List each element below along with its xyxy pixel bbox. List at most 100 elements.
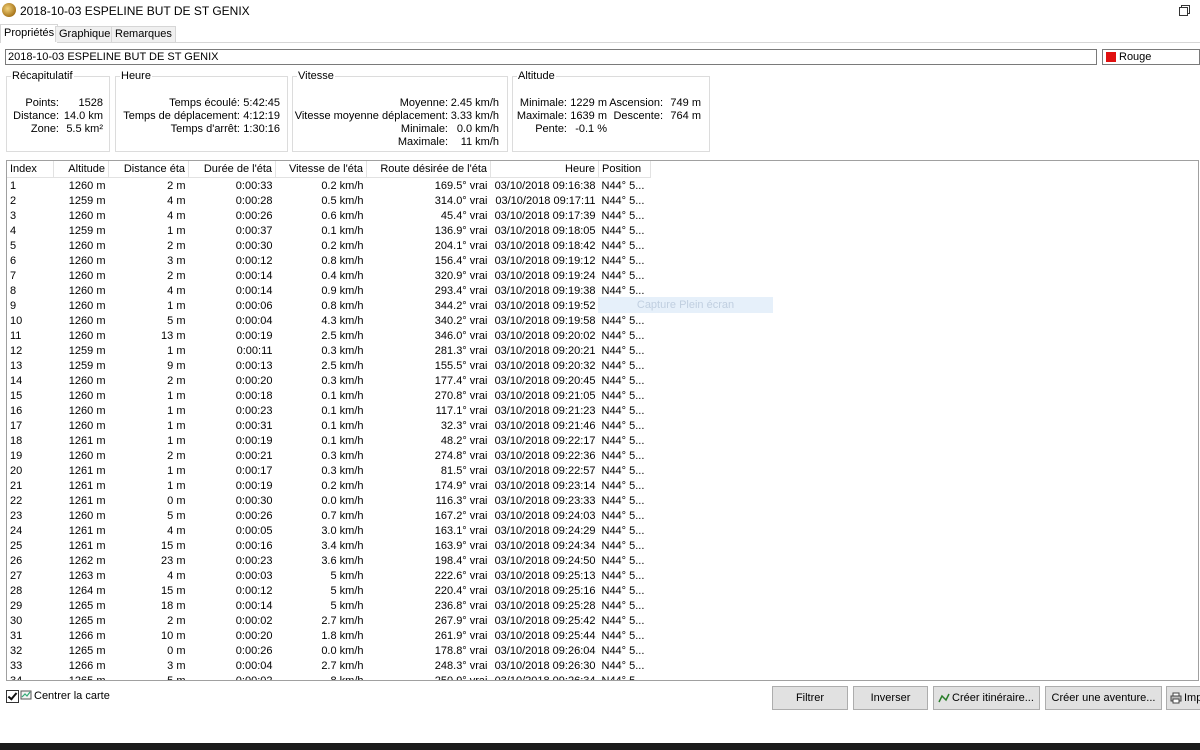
print-button[interactable]: Imp — [1166, 686, 1200, 710]
table-body: 1 1260 m2 m 0:00:33 0.2 km/h 169.5° vrai 03/1… — [7, 178, 651, 681]
table-cell: 6 — [10, 254, 17, 267]
table-row[interactable]: 28 1264 m 15 m 0:00:12 5 km/h 220.4° vrai 03/1… — [7, 583, 651, 598]
column-header[interactable]: Altitude — [53, 161, 109, 178]
table-cell: 03/10/2018 09:21:05 — [494, 389, 596, 402]
table-row[interactable]: 6 1260 m 3 m 0:00:12 0.8 km/h 156.4° vrai 03/1… — [7, 253, 651, 268]
table-row[interactable]: 21 1261 m 1 m 0:00:19 0.2 km/h 174.9° vrai 03/… — [7, 478, 651, 493]
waypoint-table[interactable]: Index Altitude Distance éta Durée de l'éta V… — [6, 160, 1199, 681]
table-row[interactable]: 13 1259 m 9 m 0:00:13 2.5 km/h 155.5° vrai 03/… — [7, 358, 651, 373]
invert-button[interactable]: Inverser — [853, 686, 928, 710]
table-row[interactable]: 26 1262 m 23 m 0:00:23 3.6 km/h 198.4° vrai 03… — [7, 553, 651, 568]
create-adventure-button[interactable]: Créer une aventure... — [1045, 686, 1162, 710]
table-row[interactable]: 14 1260 m 2 m 0:00:20 0.3 km/h 177.4° vrai 03/… — [7, 373, 651, 388]
table-row[interactable]: 33 1266 m 3 m 0:00:04 2.7 km/h 248.3° vrai 03/… — [7, 658, 651, 673]
table-row[interactable]: 20 1261 m 1 m 0:00:17 0.3 km/h 81.5° vrai 03/1… — [7, 463, 651, 478]
table-cell: 26 — [10, 554, 23, 567]
create-route-button[interactable]: Créer itinéraire... — [933, 686, 1040, 710]
column-header[interactable]: Distance éta — [108, 161, 189, 178]
table-cell: 14 — [10, 374, 23, 387]
table-row[interactable]: 32 1265 m 0 m 0:00:26 0.0 km/h 178.8° vrai 03/… — [7, 643, 651, 658]
table-cell: 1 — [10, 179, 17, 192]
vitesse-moy-depl-value: 3.33 km/h — [450, 110, 499, 122]
color-select[interactable]: Rouge — [1102, 49, 1200, 65]
table-cell: 0.1 km/h — [321, 434, 364, 447]
column-header[interactable]: Index — [7, 161, 54, 178]
table-row[interactable]: 8 1260 m 4 m 0:00:14 0.9 km/h 293.4° vrai 03/1… — [7, 283, 651, 298]
table-cell: 03/10/2018 09:19:38 — [494, 284, 596, 297]
table-row[interactable]: 12 1259 m 1 m 0:00:11 0.3 km/h 281.3° vrai 03/… — [7, 343, 651, 358]
table-row[interactable]: 2 1259 m 4 m 0:00:28 0.5 km/h 314.0° vrai 03/1… — [7, 193, 651, 208]
table-row[interactable]: 15 1260 m 1 m 0:00:18 0.1 km/h 270.8° vrai 03/… — [7, 388, 651, 403]
alt-min-value: 1229 m — [570, 97, 607, 109]
table-cell: 1260 m — [68, 284, 106, 297]
table-cell: 1 m — [167, 464, 186, 477]
app-icon — [2, 3, 16, 17]
table-row[interactable]: 5 1260 m 2 m 0:00:30 0.2 km/h 204.1° vrai 03/1… — [7, 238, 651, 253]
tab-graphique[interactable]: Graphique — [55, 26, 115, 42]
column-header[interactable]: Vitesse de l'éta — [275, 161, 367, 178]
screenshot-overlay-hint: Capture Plein écran — [598, 297, 773, 313]
table-row[interactable]: 34 1265 m 5 m 0:00:02 8 km/h 250.9° vrai 03/10… — [7, 673, 651, 681]
table-cell: 3.6 km/h — [321, 554, 364, 567]
table-row[interactable]: 1 1260 m 2 m 0:00:33 0.2 km/h 169.5° vrai 03/1… — [7, 178, 651, 194]
table-row[interactable]: 18 1261 m 1 m 0:00:19 0.1 km/h 48.2° vrai 03/1… — [7, 433, 651, 448]
table-cell: 0:00:05 — [235, 524, 273, 537]
table-row[interactable]: 23 1260 m 5 m 0:00:26 0.7 km/h 167.2° vrai 03/… — [7, 508, 651, 523]
table-row[interactable]: 22 1261 m 0 m 0:00:30 0.0 km/h 116.3° vrai 03/… — [7, 493, 651, 508]
column-header[interactable]: Position — [598, 161, 651, 178]
table-row[interactable]: 17 1260 m 1 m 0:00:31 0.1 km/h 32.3° vrai 03/1… — [7, 418, 651, 433]
table-cell: 0.5 km/h — [321, 194, 364, 207]
restore-window-icon[interactable] — [1179, 5, 1190, 16]
table-cell: 0:00:20 — [235, 629, 273, 642]
table-cell: 204.1° vrai — [434, 239, 488, 252]
table-cell: 25 — [10, 539, 23, 552]
filter-button[interactable]: Filtrer — [772, 686, 848, 710]
table-cell: 34 — [10, 674, 23, 681]
table-cell: 1265 m — [68, 644, 106, 657]
table-cell: 18 m — [161, 599, 186, 612]
table-row[interactable]: 9 1260 m 1 m 0:00:06 0.8 km/h 344.2° vrai 03/1… — [7, 298, 651, 313]
table-cell: 32.3° vrai — [440, 419, 488, 432]
table-row[interactable]: 4 1259 m 1 m 0:00:37 0.1 km/h 136.9° vrai 03/1… — [7, 223, 651, 238]
table-row[interactable]: 29 1265 m 18 m 0:00:14 5 km/h 236.8° vrai 03/1… — [7, 598, 651, 613]
table-row[interactable]: 7 1260 m 2 m 0:00:14 0.4 km/h 320.9° vrai 03/1… — [7, 268, 651, 283]
table-cell: 03/10/2018 09:26:04 — [494, 644, 596, 657]
column-header[interactable]: Durée de l'éta — [188, 161, 276, 178]
table-cell: 29 — [10, 599, 23, 612]
table-cell: 1261 m — [68, 464, 106, 477]
track-name-input[interactable]: 2018-10-03 ESPELINE BUT DE ST GENIX — [5, 49, 1097, 65]
tab-bar: Propriétés Graphique Remarques — [0, 24, 1200, 43]
ascension-value: 749 m — [670, 97, 701, 109]
table-cell: 0:00:19 — [235, 329, 273, 342]
center-map-checkbox[interactable] — [6, 690, 19, 703]
table-cell: 4 m — [167, 194, 186, 207]
column-header[interactable]: Heure — [490, 161, 599, 178]
vitesse-max-value: 11 km/h — [460, 136, 499, 148]
table-row[interactable]: 25 1261 m 15 m 0:00:16 3.4 km/h 163.9° vrai 03… — [7, 538, 651, 553]
table-cell: 0:00:21 — [235, 449, 273, 462]
table-cell: 222.6° vrai — [434, 569, 488, 582]
table-row[interactable]: 24 1261 m 4 m 0:00:05 3.0 km/h 163.1° vrai 03/… — [7, 523, 651, 538]
tab-remarques[interactable]: Remarques — [111, 26, 176, 42]
temps-deplacement-label: Temps de déplacement: — [123, 110, 240, 122]
tab-proprietes[interactable]: Propriétés — [0, 24, 59, 43]
table-row[interactable]: 19 1260 m 2 m 0:00:21 0.3 km/h 274.8° vrai 03/… — [7, 448, 651, 463]
table-cell: 1 m — [167, 344, 186, 357]
table-row[interactable]: 31 1266 m 10 m 0:00:20 1.8 km/h 261.9° vrai 03… — [7, 628, 651, 643]
column-header[interactable]: Route désirée de l'éta — [366, 161, 491, 178]
table-cell: 0.7 km/h — [321, 509, 364, 522]
table-row[interactable]: 27 1263 m 4 m 0:00:03 5 km/h 222.6° vrai 03/10… — [7, 568, 651, 583]
table-cell: N44° 5... — [601, 599, 645, 612]
table-cell: 0:00:19 — [235, 479, 273, 492]
table-cell: 4 — [10, 224, 17, 237]
table-cell: 24 — [10, 524, 23, 537]
table-row[interactable]: 10 1260 m 5 m 0:00:04 4.3 km/h 340.2° vrai 03/… — [7, 313, 651, 328]
table-row[interactable]: 11 1260 m 13 m 0:00:19 2.5 km/h 346.0° vrai 03… — [7, 328, 651, 343]
table-row[interactable]: 30 1265 m 2 m 0:00:02 2.7 km/h 267.9° vrai 03/… — [7, 613, 651, 628]
alt-max-value: 1639 m — [570, 110, 607, 122]
table-cell: 03/10/2018 09:20:21 — [494, 344, 596, 357]
table-row[interactable]: 16 1260 m 1 m 0:00:23 0.1 km/h 117.1° vrai 03/… — [7, 403, 651, 418]
table-cell: 27 — [10, 569, 23, 582]
table-row[interactable]: 3 1260 m 4 m 0:00:26 0.6 km/h 45.4° vrai 03/10… — [7, 208, 651, 223]
table-cell: 2.7 km/h — [321, 659, 364, 672]
